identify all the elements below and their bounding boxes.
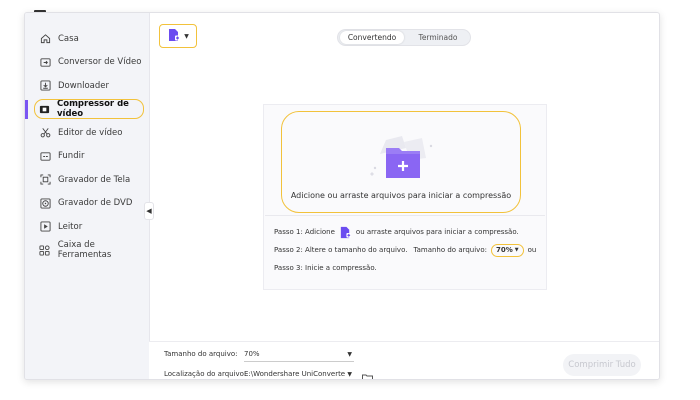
steps-list: Passo 1: Adicione ou arraste arquivos pa…: [274, 223, 536, 277]
size-row: Tamanho do arquivo:: [164, 350, 238, 358]
step-1-suffix: ou arraste arquivos para iniciar a compr…: [355, 228, 519, 236]
home-icon: [39, 33, 51, 45]
chevron-down-icon: ▼: [345, 368, 352, 379]
size-select[interactable]: 70% ▼: [244, 348, 354, 362]
sidebar-item-label: Caixa de Ferramentas: [57, 240, 112, 261]
location-label: Localização do arquivo:: [164, 370, 247, 378]
sidebar-item-editor[interactable]: Editor de vídeo: [25, 121, 149, 145]
add-file-icon[interactable]: [339, 226, 352, 239]
sidebar-collapse-button[interactable]: ◀: [144, 202, 154, 220]
chevron-left-icon: ◀: [146, 207, 152, 215]
app-window: Casa Conversor de Vídeo Downloader Compr…: [24, 12, 660, 380]
folder-add-icon: [366, 132, 440, 188]
sidebar-nav: Casa Conversor de Vídeo Downloader Compr…: [25, 27, 149, 262]
chevron-down-icon: ▼: [347, 351, 352, 358]
sidebar-item-gravador-dvd[interactable]: Gravador de DVD: [25, 192, 149, 216]
dvd-icon: [39, 197, 51, 209]
step-3-text: Passo 3: Inicie a compressão.: [274, 264, 377, 272]
chevron-down-icon: ▼: [184, 32, 189, 40]
size-label: Tamanho do arquivo:: [164, 350, 238, 358]
divider: [265, 215, 545, 216]
sidebar-item-label: Editor de vídeo: [58, 127, 123, 138]
sidebar-item-leitor[interactable]: Leitor: [25, 215, 149, 239]
step-1-prefix: Passo 1: Adicione: [274, 228, 335, 236]
compress-all-button[interactable]: Comprimir Tudo: [563, 354, 641, 376]
active-highlight: [34, 98, 144, 119]
sidebar-item-caixa[interactable]: Caixa de Ferramentas: [25, 239, 149, 263]
sidebar-item-label: Casa: [58, 33, 79, 44]
screen-record-icon: [39, 174, 51, 186]
sidebar-item-label: Conversor de Vídeo: [58, 57, 142, 68]
sidebar-item-casa[interactable]: Casa: [25, 27, 149, 51]
step-3: Passo 3: Inicie a compressão.: [274, 259, 536, 277]
drop-zone-text: Adicione ou arraste arquivos para inicia…: [290, 191, 512, 200]
sidebar: Casa Conversor de Vídeo Downloader Compr…: [25, 13, 150, 379]
scissors-icon: [39, 127, 51, 139]
bottom-bar: Tamanho do arquivo: 70% ▼ Localização do…: [149, 341, 659, 379]
location-row: Localização do arquivo:: [164, 370, 246, 378]
sidebar-item-label: Gravador de DVD: [58, 198, 133, 209]
file-size-dropdown[interactable]: 70% ▼: [490, 243, 524, 257]
chevron-down-icon: ▼: [514, 247, 519, 253]
sidebar-item-label: Downloader: [58, 80, 109, 91]
folder-icon[interactable]: [362, 369, 373, 379]
file-size-value: 70%: [495, 246, 513, 254]
player-icon: [39, 221, 51, 233]
tab-terminado[interactable]: Terminado: [406, 31, 470, 44]
add-file-button[interactable]: ▼: [159, 24, 197, 48]
video-convert-icon: [39, 56, 51, 68]
step-2-suffix: ou: [527, 246, 537, 254]
sidebar-item-label: Gravador de Tela: [58, 174, 131, 185]
step-2-middle: Tamanho do arquivo:: [413, 246, 487, 254]
merge-icon: [39, 150, 51, 162]
step-2: Passo 2: Altere o tamanho do arquivo. Ta…: [274, 241, 536, 259]
compress-panel: Adicione ou arraste arquivos para inicia…: [263, 104, 547, 290]
sidebar-item-gravador-tela[interactable]: Gravador de Tela: [25, 168, 149, 192]
status-tabs: Convertendo Terminado: [337, 29, 471, 46]
add-file-icon: [167, 27, 181, 46]
sidebar-item-compressor[interactable]: Compressor de vídeo: [25, 98, 149, 122]
step-2-prefix: Passo 2: Altere o tamanho do arquivo.: [274, 246, 408, 254]
location-select-value: E:\Wondershare UniConverte: [244, 370, 346, 378]
sidebar-item-label: Fundir: [58, 151, 85, 162]
download-icon: [39, 80, 51, 92]
tab-convertendo[interactable]: Convertendo: [340, 31, 404, 44]
drop-zone[interactable]: Adicione ou arraste arquivos para inicia…: [281, 111, 521, 213]
step-1: Passo 1: Adicione ou arraste arquivos pa…: [274, 223, 536, 241]
sidebar-item-fundir[interactable]: Fundir: [25, 145, 149, 169]
toolbox-icon: [39, 244, 51, 256]
location-select[interactable]: E:\Wondershare UniConverte ▼: [244, 368, 354, 379]
sidebar-item-conversor[interactable]: Conversor de Vídeo: [25, 51, 149, 75]
sidebar-item-downloader[interactable]: Downloader: [25, 74, 149, 98]
size-select-value: 70%: [244, 350, 260, 358]
sidebar-item-label: Leitor: [58, 221, 83, 232]
